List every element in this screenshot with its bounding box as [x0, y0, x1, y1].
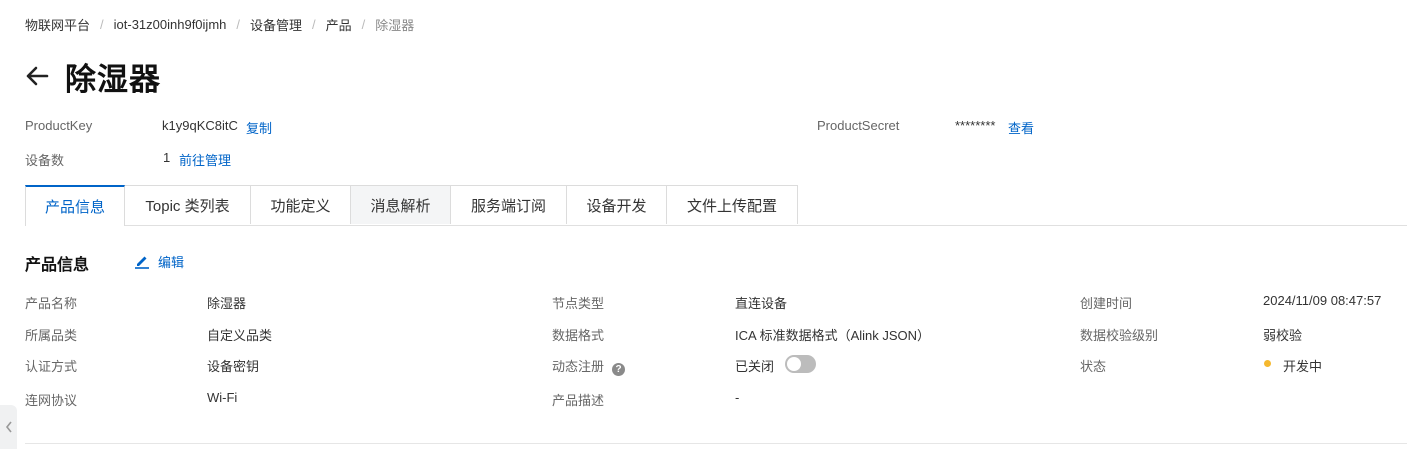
dynamic-registration-text: 动态注册 [552, 359, 605, 374]
tab-label: 设备开发 [586, 197, 647, 215]
breadcrumb-iot-platform[interactable]: 物联网平台 [25, 15, 90, 34]
arrow-left-icon[interactable] [25, 63, 51, 89]
breadcrumb-device-management[interactable]: 设备管理 [250, 15, 302, 34]
tab-device-development[interactable]: 设备开发 [567, 185, 667, 224]
tab-message-parsing[interactable]: 消息解析 [351, 185, 451, 224]
page-title: 除湿器 [65, 61, 161, 97]
auth-method-value: 设备密钥 [207, 359, 260, 374]
product-key-label: ProductKey [25, 118, 93, 133]
auth-method-label: 认证方式 [25, 359, 78, 374]
breadcrumb-separator: / [361, 16, 366, 32]
manage-devices-link[interactable]: 前往管理 [179, 150, 231, 169]
view-secret-link[interactable]: 查看 [1008, 118, 1034, 137]
check-level-label: 数据校验级别 [1080, 328, 1159, 343]
dynamic-registration-state: 已关闭 [735, 359, 775, 374]
node-type-label: 节点类型 [552, 296, 605, 311]
product-name-label: 产品名称 [25, 296, 78, 311]
product-secret-value: ******** [955, 118, 996, 133]
tab-function-definition[interactable]: 功能定义 [251, 185, 351, 224]
tab-bar: 产品信息 Topic 类列表 功能定义 消息解析 服务端订阅 设备开发 文件上传… [25, 185, 1407, 226]
breadcrumb-product[interactable]: 产品 [326, 15, 352, 34]
tab-label: 服务端订阅 [470, 197, 546, 215]
section-title: 产品信息 [25, 257, 90, 274]
question-circle-icon[interactable]: ? [612, 363, 626, 376]
description-label: 产品描述 [552, 393, 605, 408]
tab-topic-list[interactable]: Topic 类列表 [125, 185, 251, 224]
dynamic-registration-label: 动态注册? [552, 356, 626, 376]
protocol-label: 连网协议 [25, 393, 78, 408]
breadcrumb-separator: / [312, 16, 316, 32]
toggle-knob [787, 357, 801, 371]
category-value: 自定义品类 [207, 328, 273, 343]
created-time-value: 2024/11/09 08:47:57 [1263, 293, 1382, 308]
chevron-left-icon [5, 421, 12, 433]
dynamic-registration-toggle[interactable] [785, 355, 816, 373]
sidebar-toggle[interactable] [0, 405, 17, 449]
tab-label: Topic 类列表 [145, 197, 230, 215]
data-format-value: ICA 标准数据格式（Alink JSON） [735, 328, 931, 343]
copy-link[interactable]: 复制 [246, 118, 272, 137]
edit-label: 编辑 [158, 254, 185, 270]
check-level-value: 弱校验 [1263, 328, 1303, 343]
device-count-value: 1 [163, 150, 171, 165]
title-row: 除湿器 [25, 54, 161, 98]
product-name-value: 除湿器 [207, 296, 247, 311]
tab-label: 功能定义 [270, 197, 331, 215]
node-type-value: 直连设备 [735, 296, 788, 311]
breadcrumb: 物联网平台 / iot-31z00inh9f0ijmh / 设备管理 / 产品 … [25, 15, 414, 33]
pencil-icon [135, 256, 149, 269]
breadcrumb-instance[interactable]: iot-31z00inh9f0ijmh [114, 17, 227, 32]
tab-file-upload-config[interactable]: 文件上传配置 [667, 185, 798, 224]
status-value: 开发中 [1283, 359, 1323, 374]
breadcrumb-separator: / [100, 16, 104, 32]
tab-label: 产品信息 [44, 199, 105, 216]
tab-label: 消息解析 [370, 197, 431, 215]
category-label: 所属品类 [25, 328, 78, 343]
status-label: 状态 [1080, 359, 1107, 374]
breadcrumb-current: 除湿器 [375, 17, 415, 33]
data-format-label: 数据格式 [552, 328, 605, 343]
tab-label: 文件上传配置 [686, 197, 777, 215]
protocol-value: Wi-Fi [207, 390, 238, 405]
created-time-label: 创建时间 [1080, 296, 1133, 311]
tab-product-info[interactable]: 产品信息 [25, 185, 125, 226]
tab-server-subscription[interactable]: 服务端订阅 [451, 185, 567, 224]
status-dot [1264, 360, 1271, 367]
product-key-value: k1y9qKC8itC [162, 118, 238, 133]
section-divider [25, 443, 1407, 444]
breadcrumb-separator: / [236, 16, 240, 32]
product-secret-label: ProductSecret [817, 118, 900, 133]
description-value: - [735, 390, 740, 405]
device-count-label: 设备数 [25, 153, 65, 168]
edit-button[interactable]: 编辑 [134, 251, 184, 271]
